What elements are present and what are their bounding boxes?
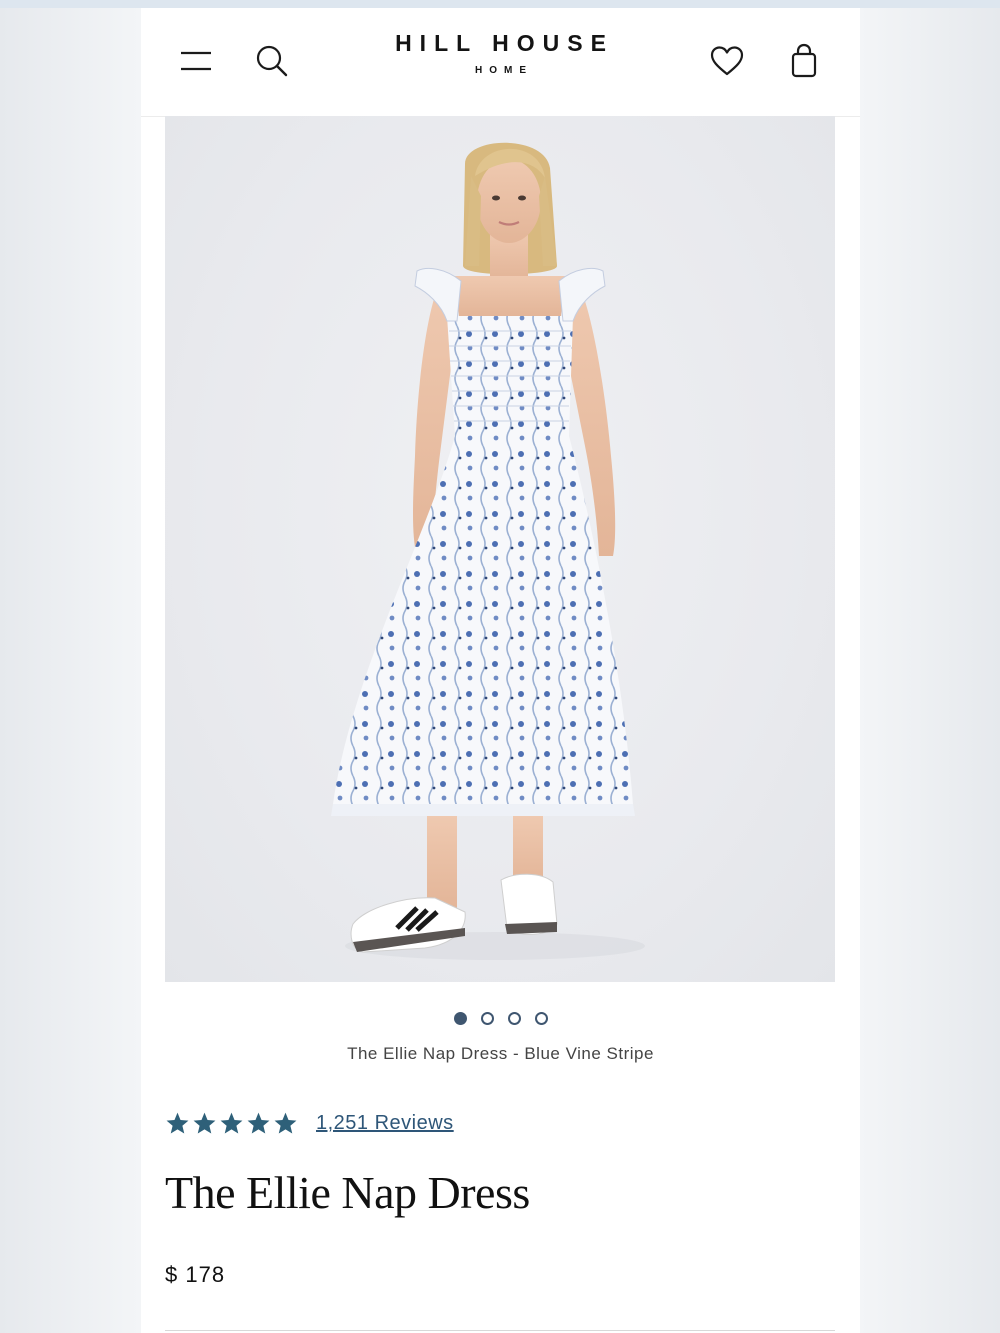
product-rating: 1,251 Reviews [165,1111,454,1136]
star-icon [274,1112,297,1134]
star-icon [220,1112,243,1134]
site-header: HILL HOUSE HOME [141,8,860,117]
shopping-bag-icon [791,43,817,78]
image-caption: The Ellie Nap Dress - Blue Vine Stripe [347,1044,654,1063]
carousel-dot-4[interactable] [534,1012,548,1025]
reviews-link[interactable]: 1,251 Reviews [316,1112,454,1135]
star-rating [165,1111,298,1136]
star-icon [247,1112,270,1134]
image-carousel-dots [141,1012,860,1025]
star-icon [166,1112,189,1134]
cart-button[interactable] [789,42,819,80]
carousel-dot-1[interactable] [453,1012,467,1025]
carousel-dot-3[interactable] [507,1012,521,1025]
menu-button[interactable] [179,46,213,76]
menu-icon [181,51,211,71]
top-strip [0,0,1000,8]
search-icon [256,45,288,77]
product-title: The Ellie Nap Dress [165,1167,530,1218]
carousel-dot-2[interactable] [480,1012,494,1025]
site-logo[interactable]: HILL HOUSE HOME [321,30,680,76]
product-page: HILL HOUSE HOME The Ellie Nap Dress - Bl… [141,8,860,1333]
logo-main-text: HILL HOUSE [395,30,614,56]
logo-sub-text: HOME [475,65,533,76]
heart-icon [710,46,744,76]
model-dress-illustration [331,142,645,960]
product-image[interactable] [165,116,835,982]
wishlist-button[interactable] [709,44,745,78]
product-price: $ 178 [165,1262,226,1287]
star-icon [193,1112,216,1134]
search-button[interactable] [255,44,289,78]
divider [165,1330,835,1331]
